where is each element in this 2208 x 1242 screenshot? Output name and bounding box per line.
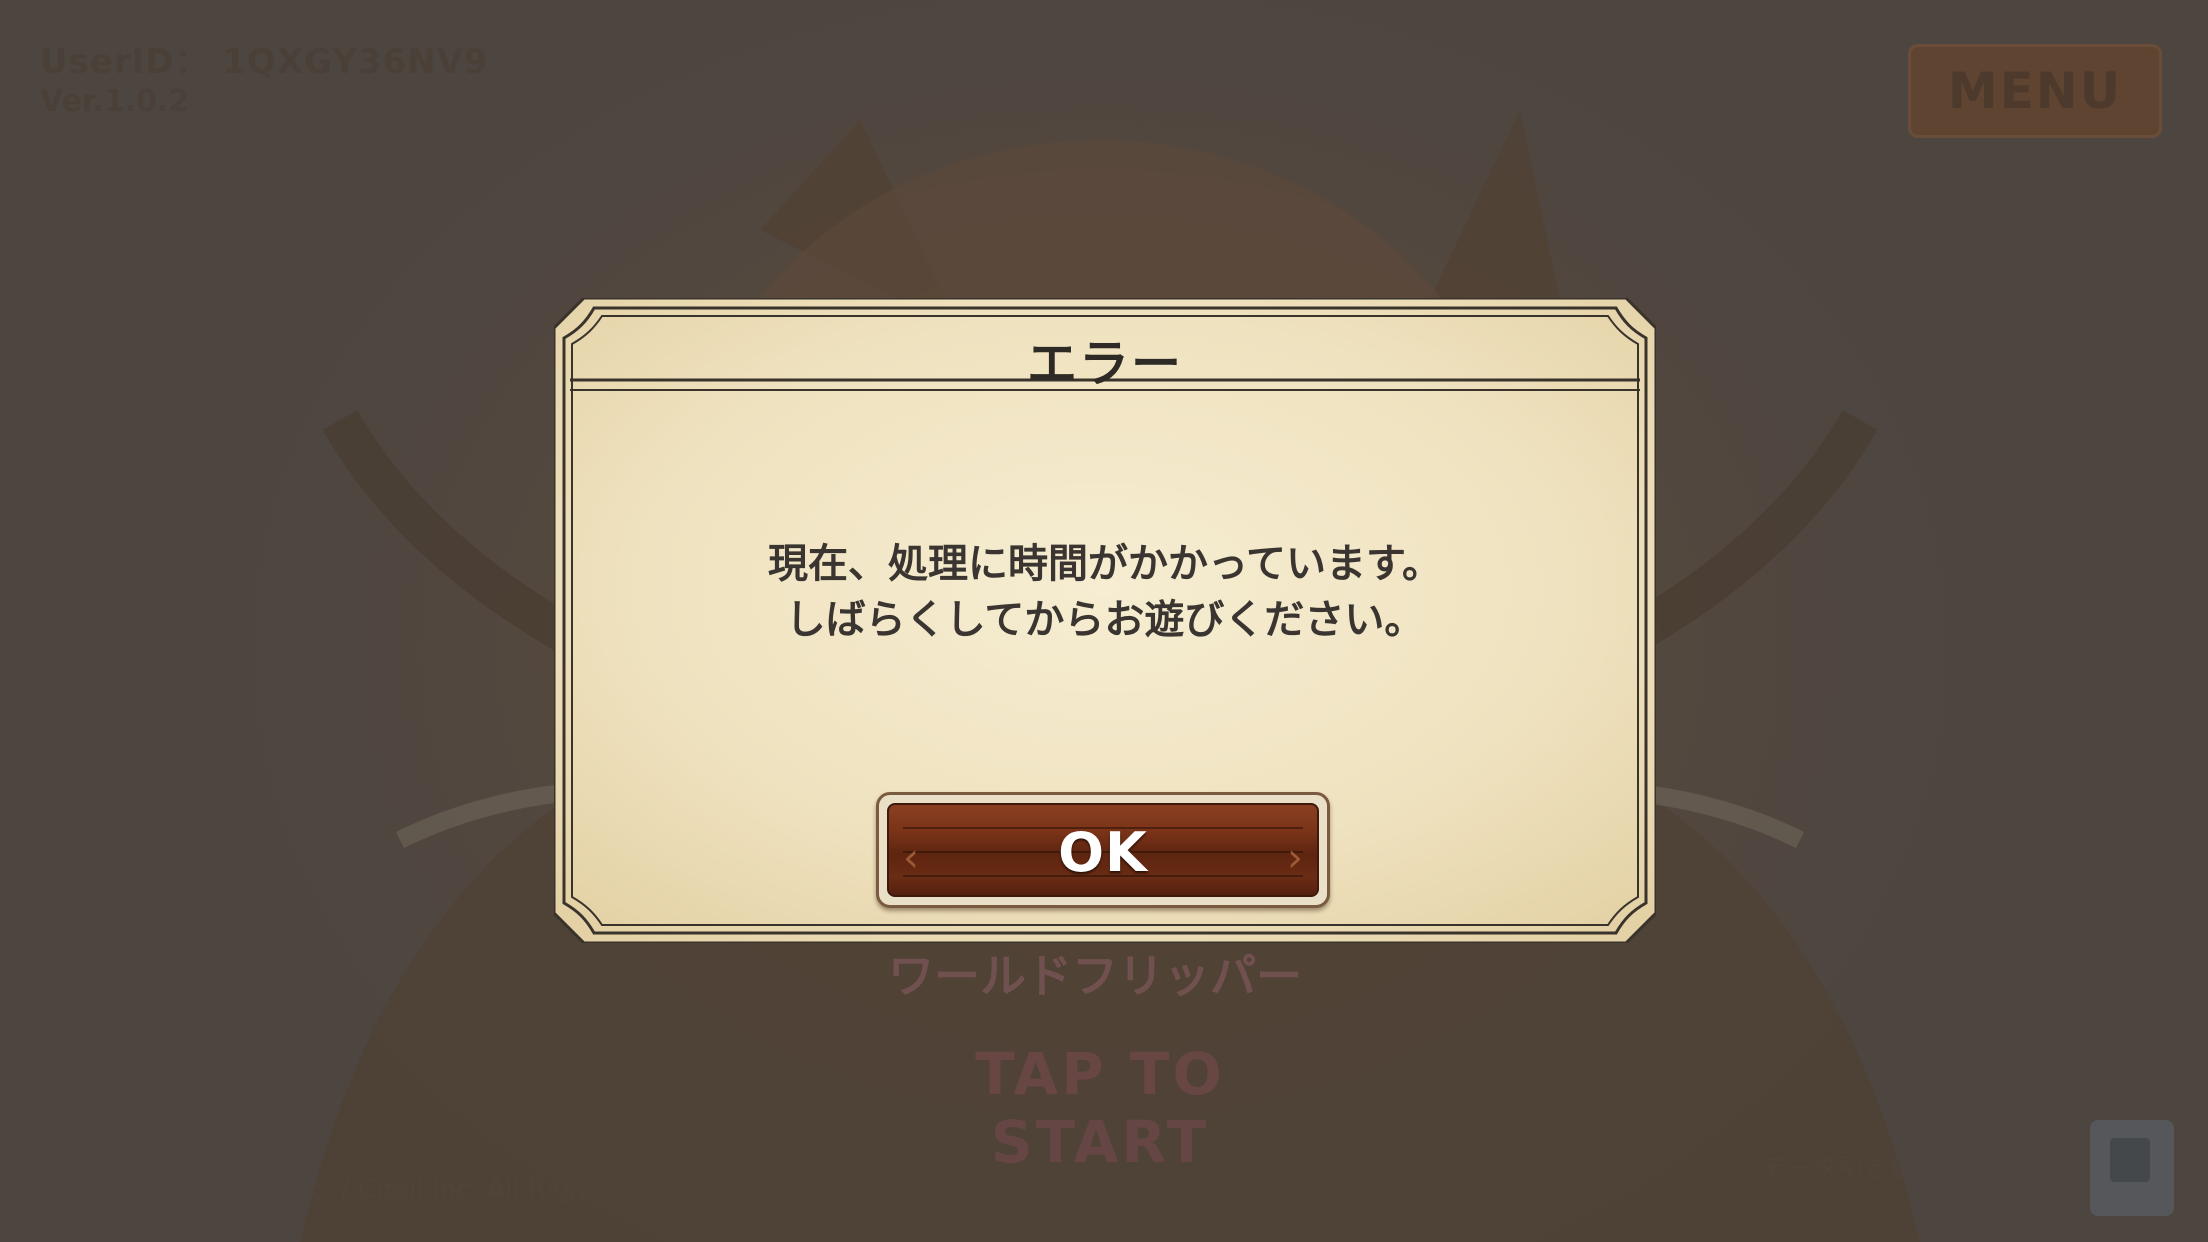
ok-button-label: OK — [1058, 821, 1148, 884]
data-transfer-button — [2090, 1120, 2174, 1216]
dialog-message: 現在、処理に時間がかかっています。 しばらくしてからお遊びください。 — [554, 536, 1656, 648]
transfer-icon — [2110, 1138, 2150, 1182]
data-transfer-label: データ引き継ぎ — [1760, 1154, 1943, 1184]
game-logo: ワールドフリッパー — [888, 949, 1302, 1003]
ok-button[interactable]: ‹ › OK — [876, 792, 1330, 908]
version-text: Ver.1.0.2 — [40, 84, 190, 119]
copyright-text: © 2019 Cygames, Inc. / Citail Inc. All R… — [40, 1175, 748, 1205]
dialog-message-line-2: しばらくしてからお遊びください。 — [785, 597, 1425, 643]
dialog-title: エラー — [1027, 335, 1183, 393]
ok-button-face: ‹ › OK — [887, 803, 1319, 897]
dialog-message-line-1: 現在、処理に時間がかかっています。 — [768, 541, 1442, 587]
tap-to-start-text: TAP TO START — [975, 1040, 1225, 1176]
menu-button: MENU — [1908, 44, 2162, 138]
error-dialog: エラー 現在、処理に時間がかかっています。 しばらくしてからお遊びください。 ‹… — [554, 298, 1656, 943]
user-id-text: UserID： 1QXGY36NV9 — [40, 42, 489, 82]
